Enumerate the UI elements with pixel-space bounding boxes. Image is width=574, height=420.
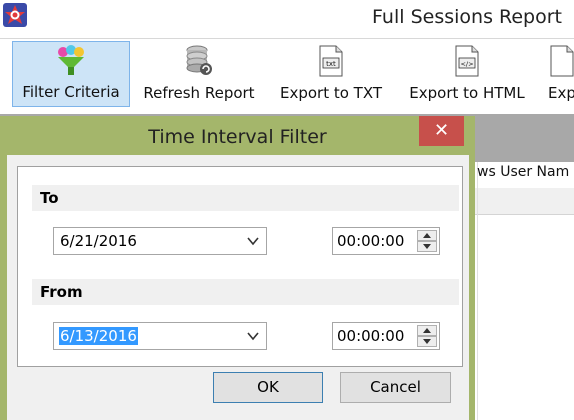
- export-html-button[interactable]: </> Export to HTML: [398, 41, 536, 107]
- from-time-decrement-button[interactable]: [417, 336, 437, 347]
- export-txt-button[interactable]: txt Export to TXT: [270, 41, 392, 107]
- export-html-label: Export to HTML: [409, 84, 525, 102]
- export-file-icon: [550, 45, 574, 77]
- app-logo-icon[interactable]: [2, 2, 28, 28]
- txt-file-icon: txt: [319, 45, 343, 77]
- window-title: Full Sessions Report: [372, 6, 562, 28]
- database-refresh-icon: [186, 45, 212, 75]
- filter-criteria-label: Filter Criteria: [22, 83, 120, 101]
- refresh-report-button[interactable]: Refresh Report: [134, 41, 264, 107]
- filter-funnel-icon: [58, 45, 84, 75]
- refresh-report-label: Refresh Report: [143, 84, 255, 102]
- dialog-title: Time Interval Filter: [148, 126, 327, 148]
- to-time-decrement-button[interactable]: [417, 241, 437, 252]
- export-txt-label: Export to TXT: [279, 84, 383, 102]
- cancel-button[interactable]: Cancel: [340, 372, 451, 403]
- chevron-down-icon[interactable]: [246, 329, 260, 343]
- svg-text:</>: </>: [460, 60, 473, 68]
- from-time-value: 00:00:00: [337, 327, 405, 345]
- toolbar: Filter Criteria Refresh Report txt Expor…: [0, 38, 574, 111]
- main-titlebar: Full Sessions Report: [0, 0, 574, 38]
- export-more-button[interactable]: Exp: [542, 41, 574, 107]
- grid-column-divider: [477, 162, 478, 420]
- to-time-spinner[interactable]: 00:00:00: [332, 227, 440, 255]
- svg-text:txt: txt: [326, 60, 336, 68]
- from-date-value: 6/13/2016: [59, 327, 138, 345]
- filter-criteria-button[interactable]: Filter Criteria: [12, 41, 130, 107]
- from-time-increment-button[interactable]: [417, 325, 437, 336]
- html-file-icon: </>: [455, 45, 479, 77]
- export-more-label: Exp: [548, 84, 574, 102]
- from-section-heading: From: [32, 279, 459, 305]
- close-icon: ✕: [433, 120, 450, 141]
- from-time-spinner[interactable]: 00:00:00: [332, 322, 440, 350]
- to-date-picker[interactable]: 6/21/2016: [53, 227, 267, 255]
- interval-group-box: To 6/21/2016 00:00:00 From 6/13/2016 00:…: [17, 166, 463, 367]
- column-header-user-name[interactable]: ws User Nam: [477, 164, 569, 180]
- to-date-value: 6/21/2016: [60, 232, 137, 250]
- time-interval-filter-dialog: Time Interval Filter ✕ To 6/21/2016 00:0…: [0, 116, 475, 420]
- dialog-close-button[interactable]: ✕: [419, 116, 464, 146]
- chevron-down-icon[interactable]: [246, 234, 260, 248]
- to-time-increment-button[interactable]: [417, 230, 437, 241]
- from-date-picker[interactable]: 6/13/2016: [53, 322, 267, 350]
- to-section-heading: To: [32, 185, 459, 211]
- to-time-value: 00:00:00: [337, 232, 405, 250]
- ok-button[interactable]: OK: [213, 372, 323, 403]
